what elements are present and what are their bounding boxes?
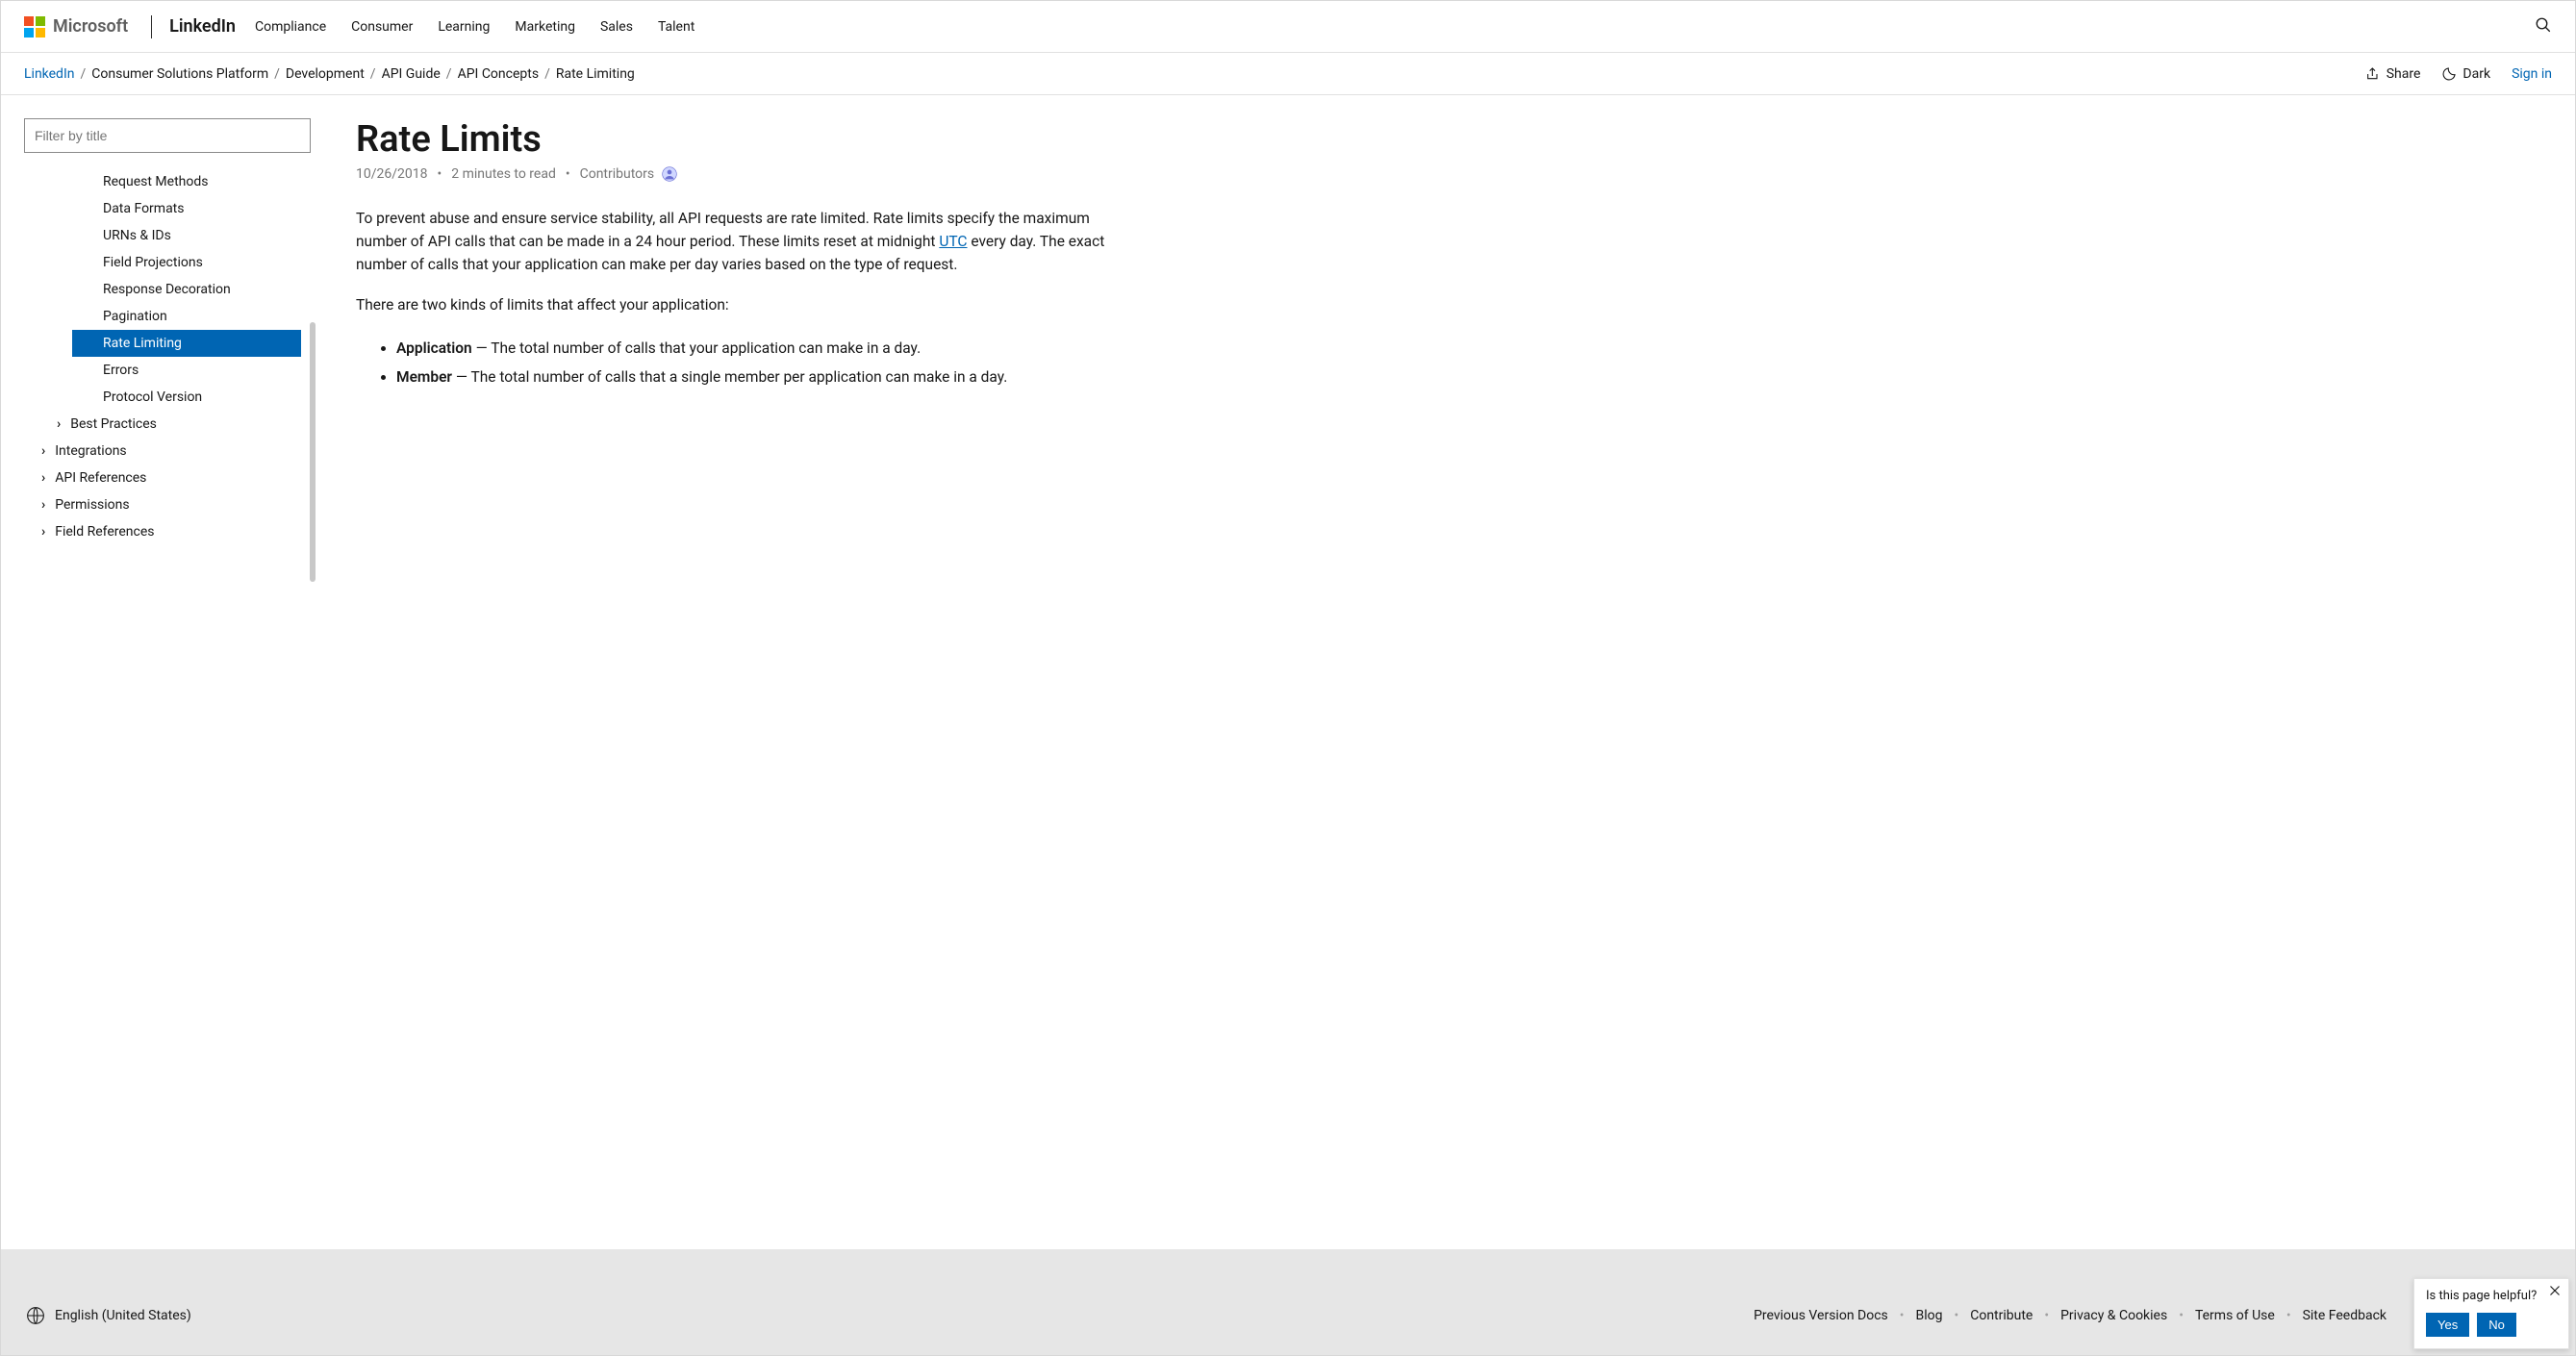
article-read-time: 2 minutes to read bbox=[451, 166, 556, 182]
theme-toggle[interactable]: Dark bbox=[2441, 66, 2490, 82]
share-icon bbox=[2365, 66, 2381, 82]
feedback-close-button[interactable] bbox=[2549, 1285, 2561, 1300]
article-paragraph-1: To prevent abuse and ensure service stab… bbox=[356, 207, 1131, 276]
nav-sales[interactable]: Sales bbox=[600, 19, 633, 35]
breadcrumb-item-2[interactable]: Development bbox=[286, 66, 365, 82]
top-nav-items: Compliance Consumer Learning Marketing S… bbox=[255, 19, 695, 35]
breadcrumb-item-1[interactable]: Consumer Solutions Platform bbox=[91, 66, 268, 82]
locale-selector[interactable]: English (United States) bbox=[26, 1306, 191, 1325]
breadcrumb-separator: / bbox=[81, 66, 87, 82]
sidebar-item-rate-limiting[interactable]: Rate Limiting bbox=[72, 330, 301, 357]
utc-link[interactable]: UTC bbox=[939, 233, 967, 250]
breadcrumb-separator: / bbox=[544, 66, 550, 82]
scrollbar-thumb[interactable] bbox=[310, 322, 316, 582]
sidebar-item-field-references[interactable]: Field References bbox=[24, 518, 323, 545]
sidebar-item-api-references[interactable]: API References bbox=[24, 465, 323, 491]
footer-site-feedback[interactable]: Site Feedback bbox=[2303, 1308, 2387, 1323]
main-layout: Request Methods Data Formats URNs & IDs … bbox=[1, 95, 2575, 1249]
breadcrumb-item-5[interactable]: Rate Limiting bbox=[556, 66, 635, 82]
sidebar-item-field-projections[interactable]: Field Projections bbox=[24, 249, 323, 276]
sidebar-item-pagination[interactable]: Pagination bbox=[24, 303, 323, 330]
close-icon bbox=[2549, 1285, 2561, 1296]
sidebar: Request Methods Data Formats URNs & IDs … bbox=[1, 95, 323, 1249]
sidebar-item-urns-ids[interactable]: URNs & IDs bbox=[24, 222, 323, 249]
nav-consumer[interactable]: Consumer bbox=[351, 19, 413, 35]
meta-separator bbox=[436, 166, 444, 182]
product-label[interactable]: LinkedIn bbox=[169, 16, 236, 37]
list-item-application: Application — The total number of calls … bbox=[396, 334, 1131, 363]
sub-bar: LinkedIn / Consumer Solutions Platform /… bbox=[1, 53, 2575, 95]
nav-learning[interactable]: Learning bbox=[438, 19, 490, 35]
feedback-prompt: Is this page helpful? bbox=[2426, 1289, 2557, 1303]
breadcrumb-item-4[interactable]: API Concepts bbox=[458, 66, 540, 82]
signin-link[interactable]: Sign in bbox=[2512, 66, 2552, 82]
breadcrumb-separator: / bbox=[446, 66, 452, 82]
breadcrumb-root[interactable]: LinkedIn bbox=[24, 66, 75, 82]
divider bbox=[151, 15, 152, 38]
meta-separator bbox=[564, 166, 572, 182]
locale-label: English (United States) bbox=[55, 1308, 191, 1323]
article-meta: 10/26/2018 2 minutes to read Contributor… bbox=[356, 166, 1131, 182]
page-actions: Share Dark Sign in bbox=[2365, 66, 2552, 82]
theme-label: Dark bbox=[2462, 66, 2490, 82]
list-item-member: Member — The total number of calls that … bbox=[396, 363, 1131, 391]
breadcrumb-separator: / bbox=[370, 66, 376, 82]
sidebar-item-best-practices[interactable]: Best Practices bbox=[24, 411, 323, 438]
feedback-no-button[interactable]: No bbox=[2477, 1313, 2516, 1337]
search-button[interactable] bbox=[2535, 16, 2552, 38]
microsoft-logo-icon bbox=[24, 16, 45, 38]
limits-list: Application — The total number of calls … bbox=[396, 334, 1131, 392]
sidebar-item-response-decoration[interactable]: Response Decoration bbox=[24, 276, 323, 303]
article: Rate Limits 10/26/2018 2 minutes to read… bbox=[323, 95, 1189, 1249]
microsoft-brand-text: Microsoft bbox=[53, 16, 128, 37]
breadcrumb-separator: / bbox=[274, 66, 280, 82]
footer: English (United States) Previous Version… bbox=[1, 1249, 2575, 1355]
footer-privacy[interactable]: Privacy & Cookies bbox=[2060, 1308, 2167, 1323]
feedback-yes-button[interactable]: Yes bbox=[2426, 1313, 2469, 1337]
microsoft-logo[interactable]: Microsoft bbox=[24, 16, 128, 38]
breadcrumb-item-3[interactable]: API Guide bbox=[382, 66, 441, 82]
contributor-avatar-icon[interactable] bbox=[662, 166, 677, 182]
moon-icon bbox=[2441, 66, 2457, 82]
share-label: Share bbox=[2387, 66, 2421, 82]
nav-compliance[interactable]: Compliance bbox=[255, 19, 326, 35]
sidebar-item-integrations[interactable]: Integrations bbox=[24, 438, 323, 465]
sidebar-item-permissions[interactable]: Permissions bbox=[24, 491, 323, 518]
page-title: Rate Limits bbox=[356, 118, 1131, 161]
share-button[interactable]: Share bbox=[2365, 66, 2421, 82]
article-paragraph-2: There are two kinds of limits that affec… bbox=[356, 293, 1131, 316]
nav-talent[interactable]: Talent bbox=[658, 19, 695, 35]
footer-previous-version-docs[interactable]: Previous Version Docs bbox=[1754, 1308, 1888, 1323]
breadcrumb: LinkedIn / Consumer Solutions Platform /… bbox=[24, 66, 635, 82]
search-icon bbox=[2535, 16, 2552, 34]
article-date: 10/26/2018 bbox=[356, 166, 428, 182]
contributors-label: Contributors bbox=[580, 166, 655, 182]
sidebar-item-errors[interactable]: Errors bbox=[24, 357, 323, 384]
feedback-popup: Is this page helpful? Yes No bbox=[2413, 1278, 2569, 1349]
sidebar-item-request-methods[interactable]: Request Methods bbox=[24, 168, 323, 195]
globe-icon bbox=[26, 1306, 45, 1325]
footer-terms[interactable]: Terms of Use bbox=[2195, 1308, 2275, 1323]
sidebar-tree: Request Methods Data Formats URNs & IDs … bbox=[24, 168, 323, 591]
nav-marketing[interactable]: Marketing bbox=[515, 19, 575, 35]
sidebar-item-data-formats[interactable]: Data Formats bbox=[24, 195, 323, 222]
sidebar-item-protocol-version[interactable]: Protocol Version bbox=[24, 384, 323, 411]
footer-blog[interactable]: Blog bbox=[1916, 1308, 1943, 1323]
top-nav: Microsoft LinkedIn Compliance Consumer L… bbox=[1, 1, 2575, 53]
footer-contribute[interactable]: Contribute bbox=[1970, 1308, 2033, 1323]
filter-input[interactable] bbox=[24, 118, 311, 153]
